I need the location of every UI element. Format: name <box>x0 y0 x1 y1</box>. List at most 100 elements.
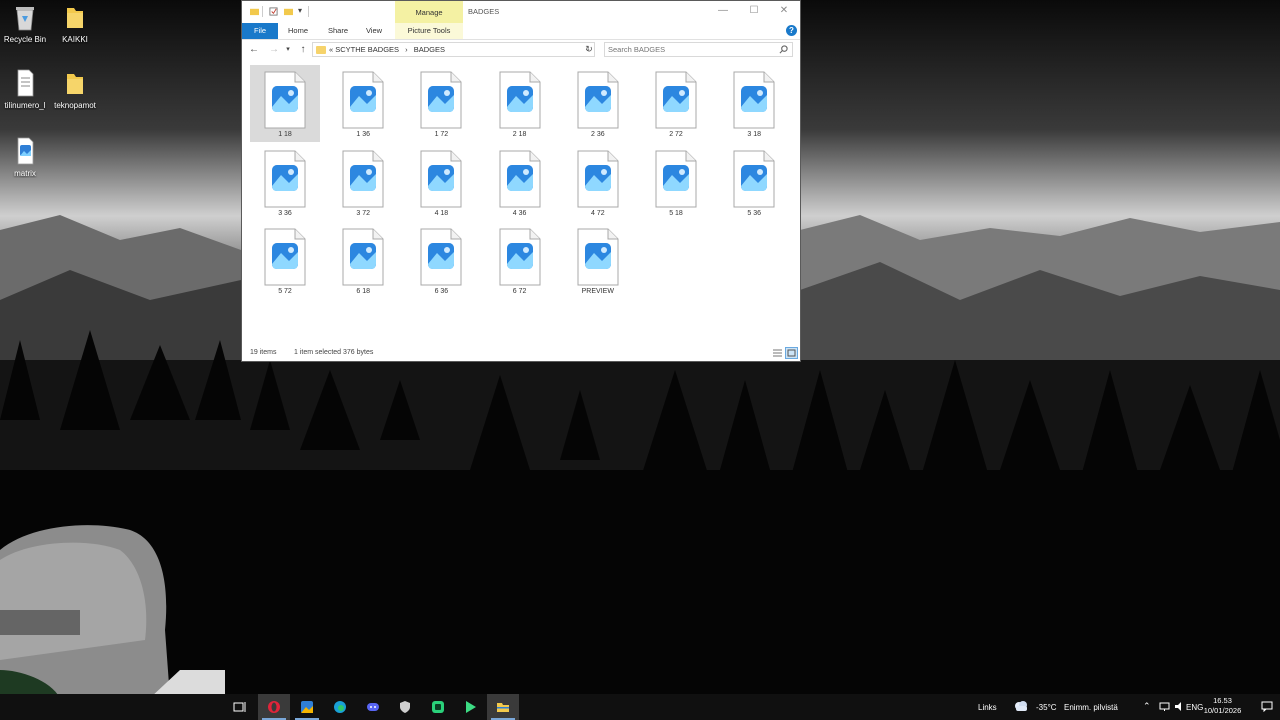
file-item[interactable]: 3 72 <box>328 144 398 221</box>
breadcrumb-overflow[interactable]: « <box>329 45 333 54</box>
tab-home[interactable]: Home <box>282 23 314 39</box>
file-item[interactable]: 3 18 <box>719 65 789 142</box>
image-file-icon <box>577 150 619 207</box>
address-bar[interactable]: « SCYTHE BADGES › BADGES ⌄ <box>312 42 595 57</box>
file-name: 1 36 <box>356 131 370 138</box>
taskbar-opera[interactable] <box>258 694 290 720</box>
file-item[interactable]: 2 72 <box>641 65 711 142</box>
file-item[interactable]: 4 18 <box>406 144 476 221</box>
file-item[interactable]: 2 18 <box>485 65 555 142</box>
volume-icon[interactable] <box>1174 701 1185 712</box>
details-view-icon[interactable] <box>772 348 783 358</box>
taskbar-task-view[interactable] <box>224 694 256 720</box>
image-file-icon <box>264 228 306 286</box>
refresh-icon[interactable]: ↻ <box>583 43 595 55</box>
file-name: 3 36 <box>278 209 292 217</box>
back-icon[interactable]: ← <box>247 43 261 57</box>
image-file-icon <box>499 150 541 207</box>
title-bar[interactable]: ▾ Manage BADGES — ☐ ✕ <box>242 1 800 23</box>
file-item[interactable]: 2 36 <box>563 65 633 142</box>
weather-temp[interactable]: -35°C <box>1036 703 1057 712</box>
file-item[interactable]: 1 36 <box>328 65 398 142</box>
file-item[interactable]: 6 72 <box>485 222 555 299</box>
weather-cloud-icon[interactable] <box>1013 700 1029 712</box>
file-item[interactable]: 5 36 <box>719 144 789 221</box>
file-item[interactable]: 1 72 <box>406 65 476 142</box>
taskbar-edge[interactable] <box>324 694 356 720</box>
desktop-icon-matrix[interactable]: matrix <box>0 136 57 178</box>
tray-overflow-icon[interactable]: ⌃ <box>1143 701 1151 712</box>
file-name: 5 18 <box>669 209 683 217</box>
system-tray: Links -35°C Enimm. pilvistä ⌃ ENG 16.53 … <box>960 694 1280 720</box>
file-item[interactable]: 6 18 <box>328 222 398 299</box>
tab-picture-tools[interactable]: Picture Tools <box>395 23 463 39</box>
network-icon[interactable] <box>1159 701 1170 712</box>
desktop-icon-teknopamot[interactable]: teknopamot <box>43 68 107 110</box>
taskbar-shield-app[interactable] <box>389 694 421 720</box>
weather-desc[interactable]: Enimm. pilvistä <box>1064 703 1118 712</box>
maximize-button[interactable]: ☐ <box>741 4 767 18</box>
taskbar-play-app[interactable] <box>454 694 486 720</box>
image-file-icon <box>733 150 775 207</box>
recent-locations-icon[interactable]: ▾ <box>284 43 292 57</box>
file-item[interactable]: 5 18 <box>641 144 711 221</box>
search-input[interactable] <box>608 44 768 55</box>
search-icon[interactable] <box>779 45 788 54</box>
ribbon-tabs: File Home Share View Picture Tools ? <box>242 23 800 40</box>
tab-share[interactable]: Share <box>322 23 354 39</box>
app-shield-icon <box>400 701 410 713</box>
image-file-icon <box>420 150 462 207</box>
taskbar-file-explorer[interactable] <box>487 694 519 720</box>
large-icons-view-icon[interactable] <box>785 347 798 359</box>
image-file-icon <box>420 71 462 129</box>
file-explorer-window[interactable]: ▾ Manage BADGES — ☐ ✕ File Home Share Vi… <box>241 0 801 362</box>
clock[interactable]: 16.53 10/01/2026 <box>1200 696 1245 716</box>
task-view-icon <box>233 702 246 712</box>
image-file-icon <box>499 228 541 286</box>
file-name: PREVIEW <box>581 288 614 295</box>
links-toolbar[interactable]: Links <box>978 703 997 712</box>
minimize-button[interactable]: — <box>710 4 736 18</box>
taskbar: Links -35°C Enimm. pilvistä ⌃ ENG 16.53 … <box>0 694 1280 720</box>
status-bar: 19 items 1 item selected 376 bytes <box>242 345 800 361</box>
breadcrumb-parent[interactable]: SCYTHE BADGES <box>335 45 399 54</box>
taskbar-photos[interactable] <box>291 694 323 720</box>
tab-manage[interactable]: Manage <box>395 1 463 23</box>
file-name: 4 18 <box>434 209 449 217</box>
file-item[interactable]: 5 72 <box>250 222 320 299</box>
help-icon[interactable]: ? <box>786 25 797 36</box>
forward-icon[interactable]: → <box>267 43 281 57</box>
tab-view[interactable]: View <box>360 23 388 39</box>
image-file-icon <box>342 228 384 286</box>
file-item[interactable]: PREVIEW <box>563 222 633 299</box>
properties-icon[interactable] <box>269 7 278 16</box>
taskbar-discord[interactable] <box>357 694 389 720</box>
edge-icon <box>334 701 346 713</box>
navigation-bar: ← → ▾ ↑ « SCYTHE BADGES › BADGES ⌄ ↻ <box>242 40 800 60</box>
file-name: 2 36 <box>590 131 605 138</box>
taskbar-green-app[interactable] <box>422 694 454 720</box>
breadcrumb: « SCYTHE BADGES › BADGES <box>329 45 445 54</box>
file-item[interactable]: 4 72 <box>563 144 633 221</box>
search-box[interactable] <box>604 42 793 57</box>
file-name: 3 18 <box>747 131 761 138</box>
notification-icon[interactable] <box>1261 701 1273 712</box>
file-item[interactable]: 3 36 <box>250 144 320 221</box>
desktop-icon-kaikki[interactable]: KAIKKI <box>43 2 107 44</box>
breadcrumb-current[interactable]: BADGES <box>414 45 445 54</box>
image-file-icon <box>420 228 462 286</box>
qat-divider <box>308 6 309 17</box>
webcam-overlay <box>0 525 225 698</box>
up-icon[interactable]: ↑ <box>296 43 310 57</box>
breadcrumb-separator: › <box>405 45 408 54</box>
image-file-icon <box>655 71 697 129</box>
file-item[interactable]: 6 36 <box>406 222 476 299</box>
new-folder-icon[interactable] <box>284 7 293 16</box>
file-name: 5 36 <box>747 209 761 217</box>
close-button[interactable]: ✕ <box>771 4 797 18</box>
qat-customize-icon[interactable]: ▾ <box>298 6 302 15</box>
file-item[interactable]: 4 36 <box>485 144 555 221</box>
file-item[interactable]: 1 18 <box>250 65 320 142</box>
image-file-icon <box>655 150 697 207</box>
tab-file[interactable]: File <box>242 23 278 39</box>
